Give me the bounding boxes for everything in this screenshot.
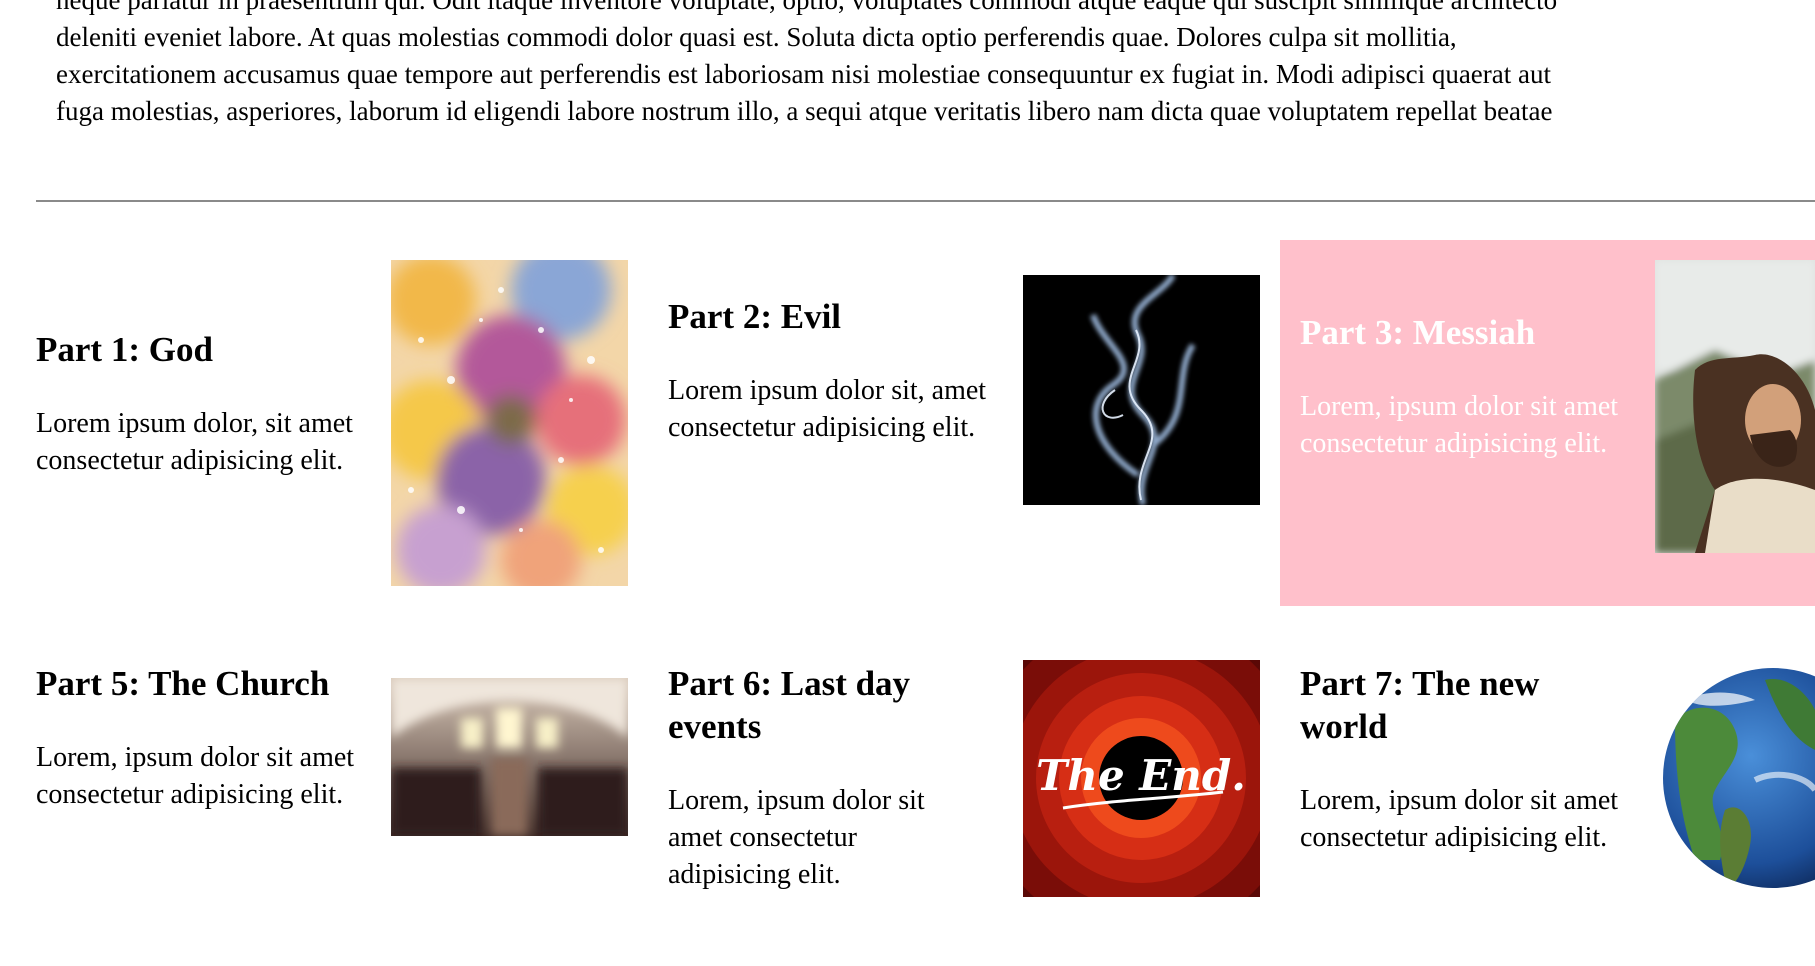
part-card-5: Part 5: The Church Lorem, ipsum dolor si… [36,662,366,813]
part-title: Part 7: The new world [1300,664,1540,746]
part-card-7: Part 7: The new world Lorem, ipsum dolor… [1300,662,1620,856]
part-text: Lorem, ipsum dolor sit amet consectetur … [1300,391,1619,459]
watercolor-image [391,260,628,586]
part-title: Part 5: The Church [36,664,330,703]
horizontal-divider [36,200,1815,202]
part-card-1: Part 1: God Lorem ipsum dolor, sit amet … [36,328,356,479]
part-text: Lorem ipsum dolor, sit amet consectetur … [36,408,353,476]
part-card-2: Part 2: Evil Lorem ipsum dolor sit, amet… [668,295,988,446]
part-title: Part 2: Evil [668,297,842,336]
part-text: Lorem, ipsum dolor sit amet consectetur … [668,785,925,890]
smoke-image [1023,275,1260,505]
part-title: Part 6: Last day events [668,664,911,746]
part-card-3: Part 3: Messiah Lorem, ipsum dolor sit a… [1300,311,1620,462]
part-title: Part 3: Messiah [1300,313,1536,352]
part-text: Lorem, ipsum dolor sit amet consectetur … [1300,785,1619,853]
part-text: Lorem, ipsum dolor sit amet consectetur … [36,742,355,810]
intro-paragraph: neque pariatur in praesentium qui. Odit … [56,0,1815,130]
intro-line: deleniti eveniet labore. At quas molesti… [56,22,1457,52]
jesus-painting-image [1655,260,1815,553]
church-interior-image [391,678,628,836]
part-text: Lorem ipsum dolor sit, amet consectetur … [668,375,987,443]
intro-line: exercitationem accusamus quae tempore au… [56,59,1552,89]
earth-globe-image [1655,660,1815,900]
part-card-6: Part 6: Last day events Lorem, ipsum dol… [668,662,978,893]
page: neque pariatur in praesentium qui. Odit … [0,0,1815,966]
intro-line: fuga molestias, asperiores, laborum id e… [56,96,1553,126]
the-end-image: The End. [1023,660,1260,897]
intro-line: neque pariatur in praesentium qui. Odit … [56,0,1558,15]
part-title: Part 1: God [36,330,213,369]
